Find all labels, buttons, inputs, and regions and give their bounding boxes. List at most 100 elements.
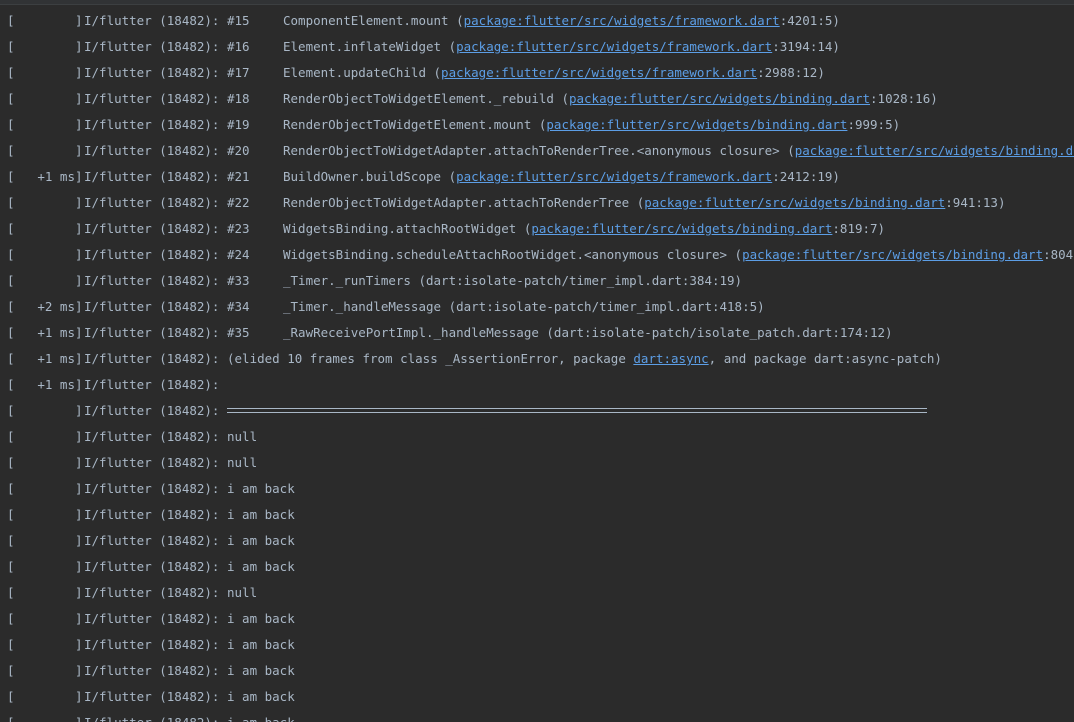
log-timing: [] <box>7 450 84 476</box>
log-tag: I/flutter (18482): <box>84 611 227 626</box>
source-link[interactable]: package:flutter/src/widgets/binding.dart <box>742 247 1043 262</box>
source-location: :941:13) <box>945 195 1006 210</box>
timing-bracket-close: ] <box>75 429 83 444</box>
stack-method: WidgetsBinding.attachRootWidget <box>283 221 524 236</box>
log-line: [+2 ms]I/flutter (18482): #34 _Timer._han… <box>7 294 1074 320</box>
source-location: (dart:isolate-patch/timer_impl.dart:384:… <box>418 273 743 288</box>
timing-delta: +2 ms <box>37 299 75 314</box>
paren-open: ( <box>433 65 442 80</box>
stack-method: _Timer._runTimers <box>283 273 419 288</box>
log-line: []I/flutter (18482): null <box>7 424 1074 450</box>
timing-bracket-open: [ <box>7 637 15 652</box>
timing-bracket-open: [ <box>7 247 15 262</box>
timing-bracket-open: [ <box>7 455 15 470</box>
log-timing: [] <box>7 138 84 164</box>
source-link[interactable]: package:flutter/src/widgets/binding.dart <box>546 117 847 132</box>
stack-frame-number: #34 <box>227 299 250 314</box>
timing-bracket-close: ] <box>75 559 83 574</box>
timing-bracket-close: ] <box>75 689 83 704</box>
timing-bracket-close: ] <box>75 247 83 262</box>
source-link[interactable]: package:flutter/src/widgets/framework.da… <box>456 169 772 184</box>
dart-async-link[interactable]: dart:async <box>633 351 708 366</box>
source-location: :4201:5) <box>779 13 840 28</box>
log-tag: I/flutter (18482): <box>84 377 227 392</box>
timing-bracket-close: ] <box>75 663 83 678</box>
top-divider <box>0 0 1074 5</box>
timing-bracket-close: ] <box>75 533 83 548</box>
source-link[interactable]: package:flutter/src/widgets/binding.dart <box>644 195 945 210</box>
timing-bracket-close: ] <box>75 273 83 288</box>
timing-bracket-open: [ <box>7 507 15 522</box>
timing-delta: +1 ms <box>37 377 75 392</box>
source-location: :3194:14) <box>772 39 840 54</box>
log-line: []I/flutter (18482): #16 Element.inflateW… <box>7 34 1074 60</box>
log-tag: I/flutter (18482): <box>84 221 227 236</box>
stack-method: WidgetsBinding.scheduleAttachRootWidget.… <box>283 247 735 262</box>
stack-method: _Timer._handleMessage <box>283 299 449 314</box>
timing-bracket-open: [ <box>7 195 15 210</box>
timing-bracket-close: ] <box>75 221 83 236</box>
log-message: i am back <box>227 533 295 548</box>
paren-open: ( <box>561 91 569 106</box>
stack-method: ComponentElement.mount <box>283 13 457 28</box>
log-line: []I/flutter (18482): i am back <box>7 684 1074 710</box>
timing-bracket-open: [ <box>7 325 15 340</box>
log-line: []I/flutter (18482): i am back <box>7 476 1074 502</box>
paren-open: ( <box>448 169 457 184</box>
source-link[interactable]: package:flutter/src/widgets/framework.da… <box>464 13 780 28</box>
stack-frame-number: #15 <box>227 13 250 28</box>
log-line: []I/flutter (18482): i am back <box>7 554 1074 580</box>
timing-bracket-close: ] <box>75 299 83 314</box>
log-message: i am back <box>227 611 295 626</box>
timing-delta: +1 ms <box>37 325 75 340</box>
log-timing: [] <box>7 398 84 424</box>
log-timing: [] <box>7 658 84 684</box>
stack-method: Element.updateChild <box>283 65 434 80</box>
log-tag: I/flutter (18482): <box>84 247 227 262</box>
source-link[interactable]: package:flutter/src/widgets/binding.dart <box>531 221 832 236</box>
stack-method: RenderObjectToWidgetAdapter.attachToRend… <box>283 143 788 158</box>
log-tag: I/flutter (18482): <box>84 533 227 548</box>
source-location: :2412:19) <box>772 169 840 184</box>
log-timing: [] <box>7 268 84 294</box>
timing-bracket-open: [ <box>7 221 15 236</box>
stack-frame-number: #18 <box>227 91 250 106</box>
log-line: []I/flutter (18482): i am back <box>7 502 1074 528</box>
paren-open: ( <box>734 247 743 262</box>
log-message: i am back <box>227 689 295 704</box>
source-link[interactable]: package:flutter/src/widgets/framework.da… <box>441 65 757 80</box>
log-line: []I/flutter (18482): #17 Element.updateCh… <box>7 60 1074 86</box>
log-timing: [] <box>7 632 84 658</box>
timing-bracket-open: [ <box>7 710 17 722</box>
timing-bracket-open: [ <box>7 299 15 314</box>
timing-bracket-close: ] <box>75 195 83 210</box>
log-timing: [ +2 ms] <box>7 294 84 320</box>
log-line: []I/flutter (18482): null <box>7 450 1074 476</box>
timing-bracket-close: ] <box>75 325 83 340</box>
log-tag: I/flutter (18482): <box>84 13 227 28</box>
log-tag: I/flutter (18482): <box>84 325 227 340</box>
stack-method: Element.inflateWidget <box>283 39 449 54</box>
log-line: [+1 ms]I/flutter (18482): #35 _RawReceive… <box>7 320 1074 346</box>
source-link[interactable]: package:flutter/src/widgets/binding.dart <box>569 91 870 106</box>
stack-method: RenderObjectToWidgetElement._rebuild <box>283 91 562 106</box>
log-tag: I/flutter (18482): <box>84 403 227 418</box>
timing-bracket-close: ] <box>75 39 83 54</box>
timing-bracket-close: ] <box>75 91 83 106</box>
stack-method: RenderObjectToWidgetElement.mount <box>283 117 539 132</box>
source-link[interactable]: package:flutter/src/widgets/framework.da… <box>456 39 772 54</box>
timing-bracket-close: ] <box>75 507 83 522</box>
source-location: (dart:isolate-patch/isolate_patch.dart:1… <box>546 325 893 340</box>
paren-open: ( <box>456 13 464 28</box>
timing-bracket-open: [ <box>7 117 15 132</box>
stack-frame-number: #17 <box>227 65 250 80</box>
timing-bracket-close: ] <box>75 455 83 470</box>
stack-frame-number: #24 <box>227 247 250 262</box>
source-location: :804:7) <box>1043 247 1074 262</box>
log-line: []I/flutter (18482): #15 ComponentElement… <box>7 8 1074 34</box>
log-lines: []I/flutter (18482): #15 ComponentElement… <box>7 8 1074 722</box>
log-tag: I/flutter (18482): <box>84 195 227 210</box>
source-link[interactable]: package:flutter/src/widgets/binding.dart <box>795 143 1074 158</box>
log-message: i am back <box>227 507 295 522</box>
log-message: null <box>227 455 258 470</box>
